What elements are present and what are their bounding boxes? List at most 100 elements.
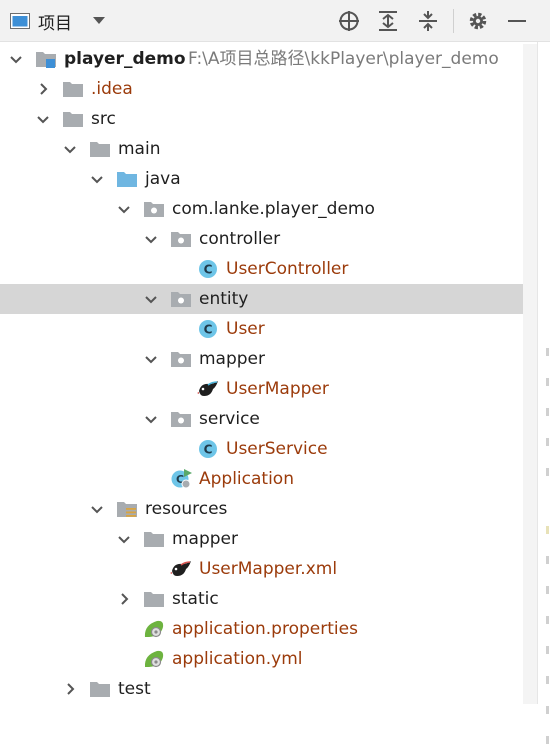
editor-gutter-edge (537, 42, 550, 744)
gutter-mark (546, 646, 549, 654)
user-service-label: UserService (226, 439, 328, 459)
tree-row-mapper-package[interactable]: mapper (0, 344, 537, 374)
view-selector[interactable]: 项目 (10, 6, 106, 36)
expand-all-icon[interactable] (376, 9, 400, 33)
chevron-down-icon[interactable] (62, 141, 78, 157)
svg-text:C: C (204, 263, 213, 277)
chevron-down-icon[interactable] (35, 111, 51, 127)
folder-icon (63, 82, 83, 97)
src-label: src (91, 109, 116, 129)
java-label: java (145, 169, 181, 189)
mybatis-bird-icon (170, 561, 191, 576)
resources-folder-icon (117, 502, 137, 517)
chevron-down-icon[interactable] (89, 171, 105, 187)
application-properties-label: application.properties (172, 619, 358, 639)
java-class-icon: C (199, 440, 217, 458)
svg-text:C: C (204, 323, 213, 337)
gutter-mark (546, 706, 549, 714)
application-label: Application (199, 469, 294, 489)
chevron-down-icon[interactable] (116, 201, 132, 217)
user-mapper-xml-label: UserMapper.xml (199, 559, 338, 579)
tree-row-user-controller[interactable]: C UserController (0, 254, 537, 284)
user-controller-label: UserController (226, 259, 349, 279)
tree-row-project-root[interactable]: player_demo F:\A项目总路径\kkPlayer\player_de… (0, 44, 537, 74)
folder-icon (90, 682, 110, 697)
project-window-icon (10, 13, 30, 29)
chevron-down-icon[interactable] (143, 231, 159, 247)
minimize-icon[interactable] (505, 9, 529, 33)
chevron-down-icon[interactable] (92, 16, 106, 26)
tree-row-resources[interactable]: resources (0, 494, 537, 524)
user-mapper-label: UserMapper (226, 379, 329, 399)
entity-label: entity (199, 289, 249, 309)
folder-icon (90, 142, 110, 157)
tree-row-service[interactable]: service (0, 404, 537, 434)
chevron-down-icon[interactable] (143, 411, 159, 427)
tree-row-main[interactable]: main (0, 134, 537, 164)
tree-row-controller[interactable]: controller (0, 224, 537, 254)
tree-row-entity[interactable]: entity (0, 284, 537, 314)
mapper-folder-label: mapper (172, 529, 239, 549)
tree-row-application[interactable]: C Application (0, 464, 537, 494)
gutter-mark (546, 526, 549, 534)
chevron-right-icon[interactable] (116, 591, 132, 607)
tree-row-package[interactable]: com.lanke.player_demo (0, 194, 537, 224)
folder-icon (144, 592, 164, 607)
tree-row-mapper-folder[interactable]: mapper (0, 524, 537, 554)
gutter-mark (546, 468, 549, 476)
toolbar-separator (453, 9, 454, 33)
package-icon (171, 412, 191, 427)
project-toolbar: 项目 (0, 0, 550, 42)
module-folder-icon (36, 52, 56, 68)
package-label: com.lanke.player_demo (172, 199, 375, 219)
test-label: test (118, 679, 151, 699)
tree-row-user-service[interactable]: C UserService (0, 434, 537, 464)
tree-row-application-yml[interactable]: application.yml (0, 644, 537, 674)
collapse-all-icon[interactable] (416, 9, 440, 33)
svg-text:C: C (204, 443, 213, 457)
gutter-mark (546, 438, 549, 446)
tree-row-static[interactable]: static (0, 584, 537, 614)
source-folder-icon (117, 172, 137, 187)
target-icon[interactable] (337, 9, 361, 33)
chevron-down-icon[interactable] (143, 351, 159, 367)
gutter-mark (546, 676, 549, 684)
java-class-icon: C (199, 320, 217, 338)
tree-row-test[interactable]: test (0, 674, 537, 704)
service-label: service (199, 409, 260, 429)
tree-row-java[interactable]: java (0, 164, 537, 194)
tree-row-user[interactable]: C User (0, 314, 537, 344)
tree-row-user-mapper-xml[interactable]: UserMapper.xml (0, 554, 537, 584)
spring-boot-class-icon: C (171, 469, 192, 489)
tree-row-src[interactable]: src (0, 104, 537, 134)
view-label: 项目 (38, 13, 72, 34)
chevron-right-icon[interactable] (62, 681, 78, 697)
gutter-mark (546, 378, 549, 386)
package-icon (171, 352, 191, 367)
package-icon (144, 202, 164, 217)
controller-label: controller (199, 229, 281, 249)
package-icon (171, 232, 191, 247)
chevron-down-icon[interactable] (143, 291, 159, 307)
chevron-down-icon[interactable] (116, 531, 132, 547)
chevron-down-icon[interactable] (8, 51, 24, 67)
project-tree: player_demo F:\A项目总路径\kkPlayer\player_de… (0, 44, 537, 704)
chevron-right-icon[interactable] (35, 81, 51, 97)
folder-icon (63, 112, 83, 127)
application-yml-label: application.yml (172, 649, 303, 669)
user-label: User (226, 319, 265, 339)
chevron-down-icon[interactable] (89, 501, 105, 517)
tree-row-application-properties[interactable]: application.properties (0, 614, 537, 644)
gutter-mark (546, 736, 549, 744)
java-class-icon: C (199, 260, 217, 278)
gutter-mark (546, 348, 549, 356)
tree-row-idea[interactable]: .idea (0, 74, 537, 104)
gutter-mark (546, 616, 549, 624)
tree-row-user-mapper[interactable]: UserMapper (0, 374, 537, 404)
vertical-scrollbar[interactable] (523, 44, 537, 704)
gear-icon[interactable] (466, 9, 490, 33)
spring-config-icon (144, 650, 164, 668)
gutter-mark (546, 586, 549, 594)
main-label: main (118, 139, 161, 159)
resources-label: resources (145, 499, 228, 519)
